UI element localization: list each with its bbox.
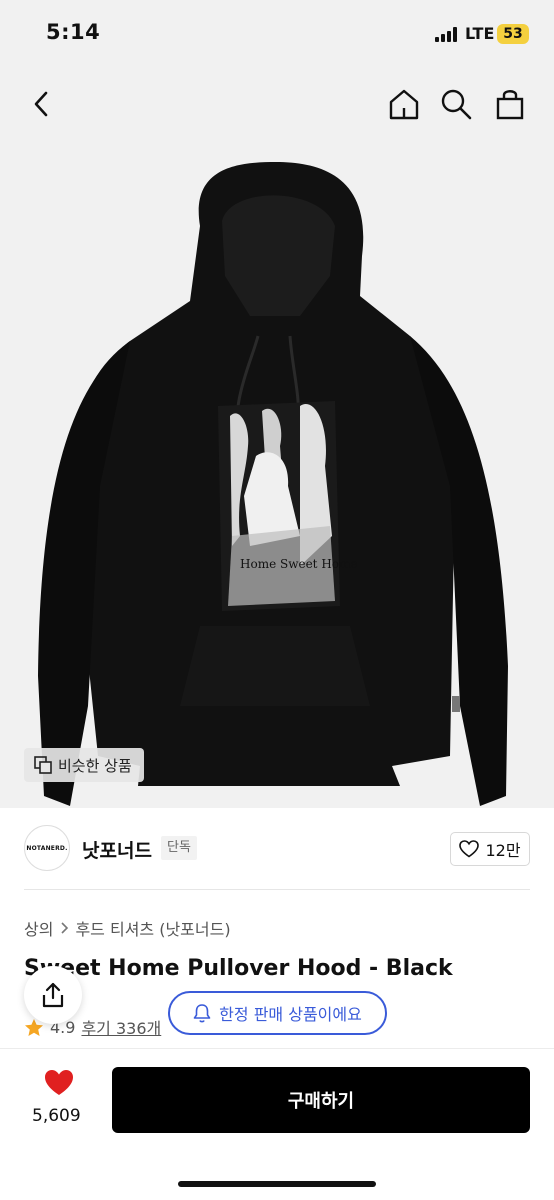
like-count: 5,609: [32, 1106, 81, 1126]
shopping-bag-icon: [496, 90, 524, 120]
brand-like-button[interactable]: 12만: [450, 832, 530, 866]
similar-icon: [34, 756, 52, 774]
similar-products-button[interactable]: 비슷한 상품: [24, 748, 144, 782]
print-text: Home Sweet Home: [240, 557, 358, 571]
chevron-left-icon: [34, 91, 48, 117]
heart-filled-icon: [45, 1070, 73, 1095]
signal-icon: [435, 27, 461, 42]
share-icon: [42, 982, 64, 1008]
limited-sale-badge[interactable]: 한정 판매 상품이에요: [168, 991, 387, 1035]
limited-sale-label: 한정 판매 상품이에요: [219, 1005, 362, 1024]
chevron-right-icon: [61, 922, 69, 934]
network-label: LTE: [465, 24, 495, 43]
buy-button[interactable]: 구매하기: [112, 1067, 530, 1133]
cart-button[interactable]: [490, 84, 530, 124]
brand-row[interactable]: NOTANERD. 낫포너드 단독 12만: [0, 808, 554, 890]
breadcrumb: 상의 후드 티셔츠 (낫포너드): [24, 916, 231, 940]
heart-outline-icon: [459, 840, 480, 858]
search-icon: [441, 89, 472, 120]
exclusive-badge: 단독: [161, 836, 197, 860]
brand-logo[interactable]: NOTANERD.: [24, 825, 70, 871]
product-title: Sweet Home Pullover Hood - Black: [24, 956, 453, 981]
search-button[interactable]: [436, 84, 476, 124]
share-button[interactable]: [24, 966, 82, 1024]
divider: [24, 889, 530, 890]
breadcrumb-item[interactable]: 상의: [24, 916, 53, 940]
brand-name[interactable]: 낫포너드: [82, 836, 152, 863]
status-bar: 5:14 LTE 53: [0, 0, 554, 66]
review-link[interactable]: 후기 336개: [81, 1015, 161, 1039]
home-button[interactable]: [384, 84, 424, 124]
battery-icon: 53: [497, 24, 529, 44]
status-time: 5:14: [46, 20, 101, 44]
brand-like-count: 12만: [485, 841, 521, 860]
bottom-bar: 5,609 구매하기: [0, 1048, 554, 1200]
similar-products-label: 비슷한 상품: [58, 756, 132, 775]
hoodie-image: Home Sweet Home: [38, 162, 508, 806]
product-image[interactable]: Home Sweet Home 비슷한 상품: [0, 66, 554, 808]
home-icon: [389, 89, 419, 120]
home-indicator: [178, 1181, 376, 1187]
bell-icon: [193, 1004, 211, 1023]
back-button[interactable]: [22, 84, 62, 124]
breadcrumb-item[interactable]: 후드 티셔츠 (낫포너드): [75, 916, 230, 940]
